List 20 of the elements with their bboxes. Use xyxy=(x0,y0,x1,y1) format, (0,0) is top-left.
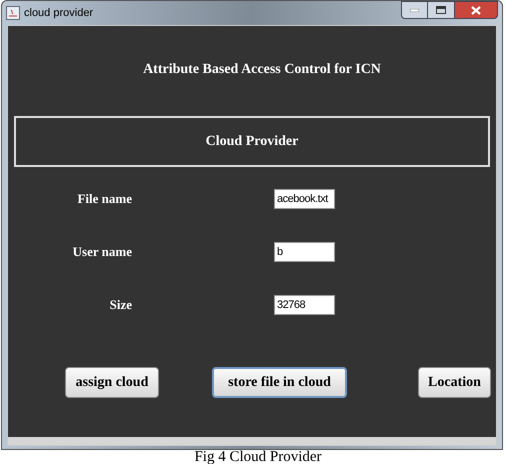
close-button[interactable] xyxy=(454,1,498,19)
maximize-button[interactable] xyxy=(428,1,454,19)
field-label: File name xyxy=(76,190,133,208)
app-icon xyxy=(6,6,20,20)
input-field[interactable]: acebook.txt xyxy=(274,189,335,209)
figure-caption: Fig 4 Cloud Provider xyxy=(193,450,323,464)
input-field[interactable]: 32768 xyxy=(274,295,335,315)
app-heading: Attribute Based Access Control for ICN xyxy=(142,61,382,79)
action-button[interactable]: store file in cloud xyxy=(212,367,347,398)
minimize-icon xyxy=(410,8,419,12)
window-title: cloud provider xyxy=(24,6,94,21)
field-label: Size xyxy=(108,296,133,314)
close-icon xyxy=(471,6,481,14)
panel-title: Cloud Provider xyxy=(206,133,298,151)
maximize-icon xyxy=(436,6,446,14)
action-button[interactable]: Location xyxy=(418,367,491,398)
minimize-button[interactable] xyxy=(401,1,428,19)
action-button[interactable]: assign cloud xyxy=(65,367,159,398)
input-field[interactable]: b xyxy=(274,242,335,262)
field-label: User name xyxy=(72,243,133,262)
